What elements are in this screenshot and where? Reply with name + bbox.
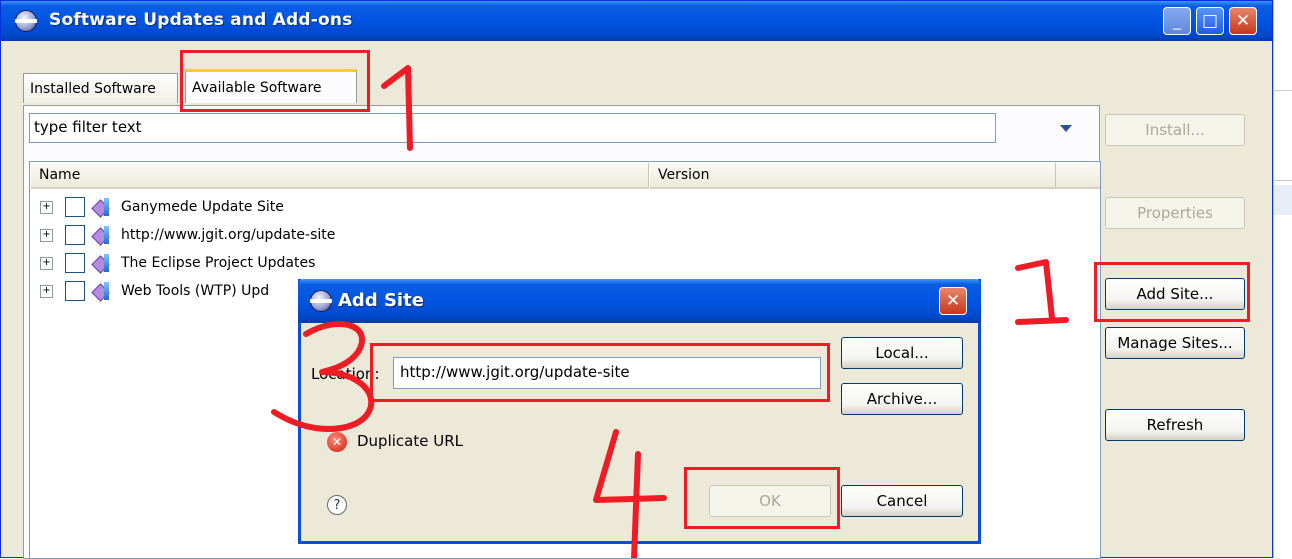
close-button[interactable]: ✕ xyxy=(1229,7,1257,35)
properties-button[interactable]: Properties xyxy=(1105,197,1245,229)
site-label: Ganymede Update Site xyxy=(121,199,284,215)
tree-row[interactable]: + http://www.jgit.org/update-site xyxy=(40,222,335,248)
refresh-button[interactable]: Refresh xyxy=(1105,409,1245,441)
expand-icon[interactable]: + xyxy=(40,256,53,270)
tab-installed-software-label: Installed Software xyxy=(30,80,156,97)
tab-installed-software[interactable]: Installed Software xyxy=(23,73,178,103)
site-label: Web Tools (WTP) Upd xyxy=(121,283,270,299)
local-button[interactable]: Local... xyxy=(841,337,963,369)
tree-row[interactable]: + Web Tools (WTP) Upd xyxy=(40,278,269,304)
tree-row[interactable]: + Ganymede Update Site xyxy=(40,194,284,220)
manage-sites-button[interactable]: Manage Sites... xyxy=(1105,327,1245,359)
archive-button[interactable]: Archive... xyxy=(841,383,963,415)
annotation-box-3 xyxy=(370,343,830,402)
site-checkbox[interactable] xyxy=(65,197,85,217)
window-title: Software Updates and Add-ons xyxy=(49,10,353,30)
annotation-box-4 xyxy=(684,467,840,529)
tree-row[interactable]: + The Eclipse Project Updates xyxy=(40,250,315,276)
expand-icon[interactable]: + xyxy=(40,228,53,242)
filter-input[interactable]: type filter text xyxy=(29,113,996,143)
background-window xyxy=(1273,0,1292,558)
annotation-box-1 xyxy=(180,50,370,112)
site-checkbox[interactable] xyxy=(65,281,85,301)
site-label: http://www.jgit.org/update-site xyxy=(121,227,336,243)
archive-button-label: Archive... xyxy=(866,390,938,408)
error-message: Duplicate URL xyxy=(357,432,463,450)
install-button[interactable]: Install... xyxy=(1105,114,1245,146)
error-icon: ✕ xyxy=(327,432,347,452)
maximize-button[interactable]: □ xyxy=(1196,7,1224,35)
column-header-version[interactable]: Version xyxy=(650,163,1056,189)
dialog-close-button[interactable]: ✕ xyxy=(939,287,967,315)
update-site-icon xyxy=(91,253,113,274)
annotation-box-2 xyxy=(1094,262,1250,322)
column-header-filler xyxy=(1056,163,1100,189)
chevron-down-icon[interactable] xyxy=(1059,121,1073,135)
dialog-titlebar[interactable]: Add Site ✕ xyxy=(298,279,981,323)
update-site-icon xyxy=(91,281,113,302)
site-checkbox[interactable] xyxy=(65,253,85,273)
expand-icon[interactable]: + xyxy=(40,284,53,298)
update-site-icon xyxy=(91,225,113,246)
column-header-name[interactable]: Name xyxy=(31,163,649,189)
minimize-button[interactable]: _ xyxy=(1163,7,1191,35)
expand-icon[interactable]: + xyxy=(40,200,53,214)
cancel-button[interactable]: Cancel xyxy=(841,485,963,517)
main-titlebar[interactable]: Software Updates and Add-ons _ □ ✕ xyxy=(1,1,1272,41)
eclipse-app-icon xyxy=(310,290,332,312)
dialog-title: Add Site xyxy=(338,290,424,311)
help-icon[interactable]: ? xyxy=(327,495,347,515)
eclipse-app-icon xyxy=(15,10,37,32)
site-checkbox[interactable] xyxy=(65,225,85,245)
update-site-icon xyxy=(91,197,113,218)
add-site-dialog: Add Site ✕ Location: http://www.jgit.org… xyxy=(298,279,981,544)
site-label: The Eclipse Project Updates xyxy=(121,255,316,271)
local-button-label: Local... xyxy=(875,344,929,362)
